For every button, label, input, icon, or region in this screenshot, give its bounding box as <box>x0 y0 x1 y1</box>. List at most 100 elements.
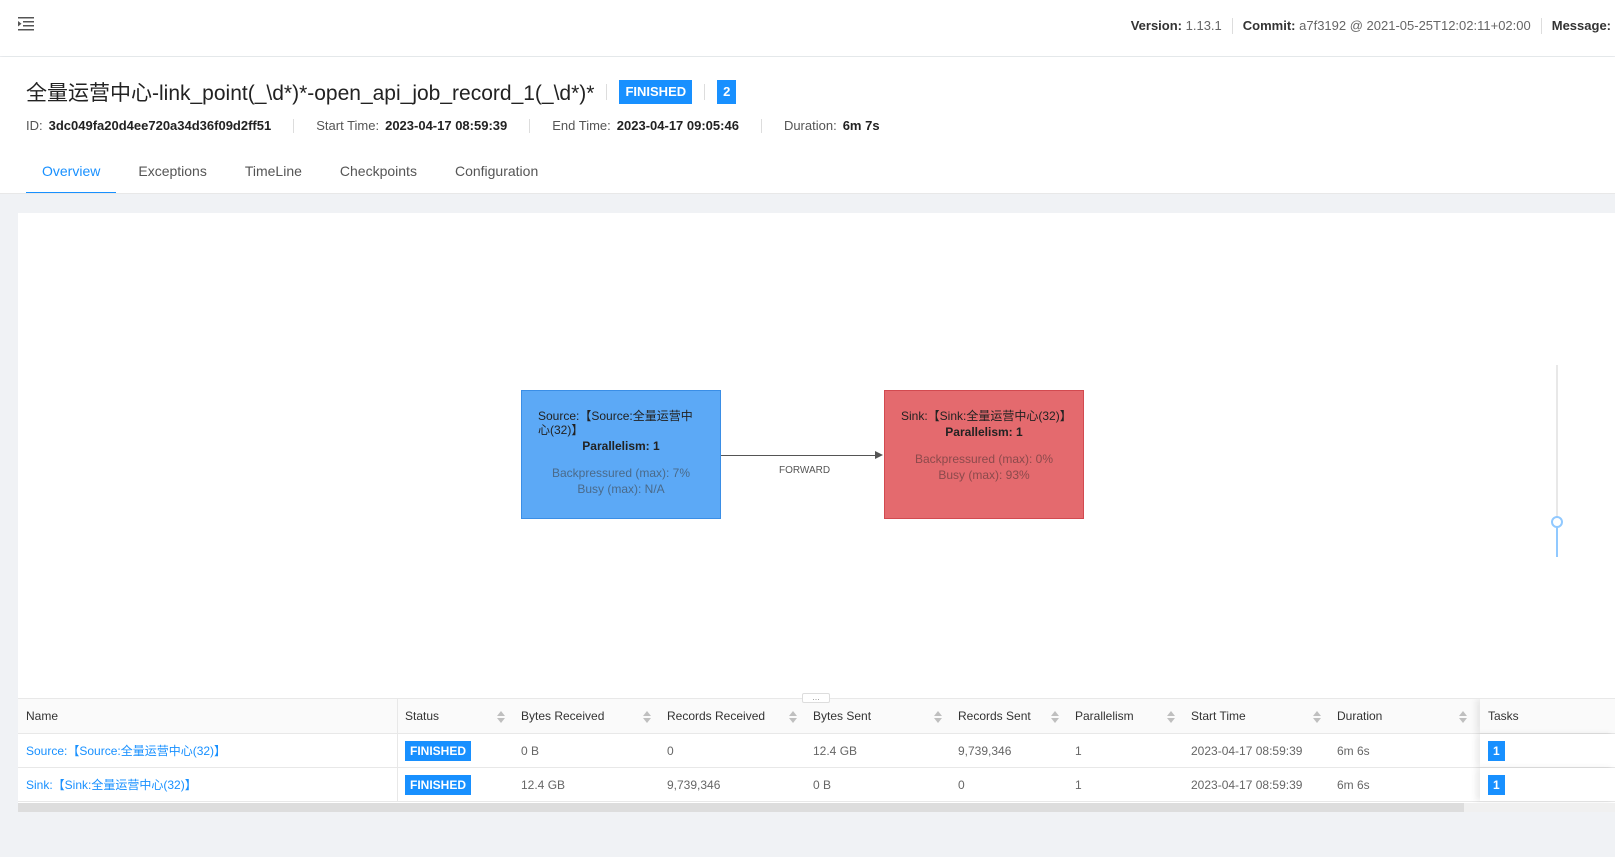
job-tabs: Overview Exceptions TimeLine Checkpoints… <box>26 153 560 194</box>
col-header-parallelism[interactable]: Parallelism <box>1067 699 1183 733</box>
start-time: 2023-04-17 08:59:39 <box>1191 743 1303 758</box>
tab-configuration[interactable]: Configuration <box>439 153 554 194</box>
bytes-received: 0 B <box>521 743 540 758</box>
job-task-count-badge: 2 <box>717 80 737 104</box>
sort-icon[interactable] <box>789 711 797 723</box>
table-header-row: Name Status Bytes Received Records Recei… <box>18 699 1615 734</box>
start-time-value: 2023-04-17 08:59:39 <box>385 118 508 133</box>
vertex-status: FINISHED <box>397 734 513 767</box>
sort-icon[interactable] <box>1167 711 1175 723</box>
sort-icon[interactable] <box>1051 711 1059 723</box>
node-name: Source:【Source:全量运营中心(32)】 <box>538 409 693 437</box>
horizontal-scrollbar-track[interactable] <box>1464 803 1615 812</box>
job-start-time: Start Time: 2023-04-17 08:59:39 <box>316 118 531 133</box>
start-time-label: Start Time: <box>316 118 380 133</box>
records-sent: 0 <box>958 777 965 792</box>
version-item: Version: 1.13.1 <box>1121 18 1233 34</box>
sort-icon[interactable] <box>643 711 651 723</box>
zoom-slider-fill <box>1556 523 1558 557</box>
parallelism: 1 <box>1075 743 1082 758</box>
col-header-tasks: Tasks <box>1488 709 1519 723</box>
vertex-table: Name Status Bytes Received Records Recei… <box>18 698 1615 803</box>
tab-exceptions[interactable]: Exceptions <box>122 153 222 194</box>
edge-label: FORWARD <box>779 465 831 476</box>
job-end-time: End Time: 2023-04-17 09:05:46 <box>552 119 762 133</box>
horizontal-scrollbar-thumb[interactable] <box>18 803 1464 812</box>
commit-item: Commit: a7f3192 @ 2021-05-25T12:02:11+02… <box>1233 18 1542 34</box>
records-sent: 9,739,346 <box>958 743 1012 758</box>
node-busy: Busy (max): 93% <box>938 468 1030 482</box>
table-row[interactable]: Sink:【Sink:全量运营中心(32)】 FINISHED 12.4 GB … <box>18 768 1615 802</box>
job-id: ID: 3dc049fa20d4ee720a34d36f09d2ff51 <box>26 118 295 133</box>
job-title: 全量运营中心-link_point(_\d*)*-open_api_job_re… <box>26 82 595 105</box>
job-id-label: ID: <box>26 118 43 133</box>
job-header: 全量运营中心-link_point(_\d*)*-open_api_job_re… <box>0 57 1615 194</box>
graph-node-source[interactable]: Source:【Source:全量运营中心(32)】 Parallelism: … <box>521 390 721 519</box>
end-time-label: End Time: <box>552 118 611 133</box>
duration: 6m 6s <box>1337 743 1370 758</box>
col-header-records-received[interactable]: Records Received <box>659 699 805 733</box>
tab-checkpoints[interactable]: Checkpoints <box>324 153 433 194</box>
records-received: 9,739,346 <box>667 777 721 792</box>
menu-fold-icon[interactable] <box>18 16 36 32</box>
job-id-value: 3dc049fa20d4ee720a34d36f09d2ff51 <box>48 118 272 133</box>
tasks-count: 1 <box>1480 768 1505 801</box>
tab-overview[interactable]: Overview <box>26 153 117 194</box>
tab-timeline[interactable]: TimeLine <box>229 153 318 194</box>
header-divider <box>0 193 1615 194</box>
version-value: 1.13.1 <box>1185 18 1222 33</box>
col-header-bytes-received[interactable]: Bytes Received <box>513 699 659 733</box>
commit-label: Commit: <box>1242 18 1296 33</box>
fixed-column-tasks: 1 <box>1480 768 1615 801</box>
panel-resize-handle[interactable]: ... <box>802 693 830 703</box>
message-label: Message: <box>1551 18 1611 33</box>
job-status-badge: FINISHED <box>619 80 693 104</box>
table-row[interactable]: Source:【Source:全量运营中心(32)】 FINISHED 0 B … <box>18 734 1615 768</box>
col-header-duration[interactable]: Duration <box>1329 699 1475 733</box>
graph-edge <box>721 455 881 456</box>
zoom-slider-handle[interactable] <box>1551 516 1563 528</box>
commit-value: a7f3192 @ 2021-05-25T12:02:11+02:00 <box>1299 18 1531 33</box>
title-divider <box>606 84 608 100</box>
node-backpressured: Backpressured (max): 0% <box>914 452 1054 466</box>
vertex-name-link[interactable]: Sink:【Sink:全量运营中心(32)】 <box>18 768 397 801</box>
node-busy: Busy (max): N/A <box>577 482 665 496</box>
col-header-name: Name <box>26 709 59 723</box>
vertex-status: FINISHED <box>397 768 513 801</box>
job-duration: Duration: 6m 7s <box>784 119 902 133</box>
version-label: Version: <box>1130 18 1182 33</box>
job-meta: ID: 3dc049fa20d4ee720a34d36f09d2ff51 Star… <box>26 119 924 133</box>
bytes-sent: 0 B <box>813 777 832 792</box>
fixed-column-tasks: 1 <box>1480 734 1615 767</box>
job-title-row: 全量运营中心-link_point(_\d*)*-open_api_job_re… <box>26 77 737 107</box>
node-parallelism: Parallelism: 1 <box>582 439 660 453</box>
tasks-count: 1 <box>1480 734 1505 767</box>
node-name: Sink:【Sink:全量运营中心(32)】 <box>901 409 1072 423</box>
sort-icon[interactable] <box>1313 711 1321 723</box>
sort-icon[interactable] <box>934 711 942 723</box>
message-item: Message: <box>1542 18 1615 34</box>
col-header-records-sent[interactable]: Records Sent <box>950 699 1067 733</box>
node-parallelism: Parallelism: 1 <box>945 425 1023 439</box>
title-divider <box>704 84 706 100</box>
col-header-bytes-sent[interactable]: Bytes Sent <box>805 699 950 733</box>
bytes-received: 12.4 GB <box>521 777 566 792</box>
duration-label: Duration: <box>783 118 837 133</box>
sort-icon[interactable] <box>497 711 505 723</box>
top-bar: Version: 1.13.1 Commit: a7f3192 @ 2021-0… <box>0 0 1615 56</box>
start-time: 2023-04-17 08:59:39 <box>1191 777 1303 792</box>
bytes-sent: 12.4 GB <box>813 743 858 758</box>
records-received: 0 <box>667 743 674 758</box>
fixed-column-tasks: Tasks <box>1480 699 1615 733</box>
sort-icon[interactable] <box>1459 711 1467 723</box>
duration: 6m 6s <box>1337 777 1370 792</box>
edge-arrow-icon <box>875 451 883 459</box>
graph-node-sink[interactable]: Sink:【Sink:全量运营中心(32)】 Parallelism: 1 Ba… <box>884 390 1084 519</box>
node-backpressured: Backpressured (max): 7% <box>551 466 691 480</box>
duration-value: 6m 7s <box>842 118 880 133</box>
parallelism: 1 <box>1075 777 1082 792</box>
version-info: Version: 1.13.1 Commit: a7f3192 @ 2021-0… <box>1121 18 1615 34</box>
col-header-status[interactable]: Status <box>397 699 513 733</box>
col-header-start-time[interactable]: Start Time <box>1183 699 1329 733</box>
vertex-name-link[interactable]: Source:【Source:全量运营中心(32)】 <box>18 734 397 767</box>
